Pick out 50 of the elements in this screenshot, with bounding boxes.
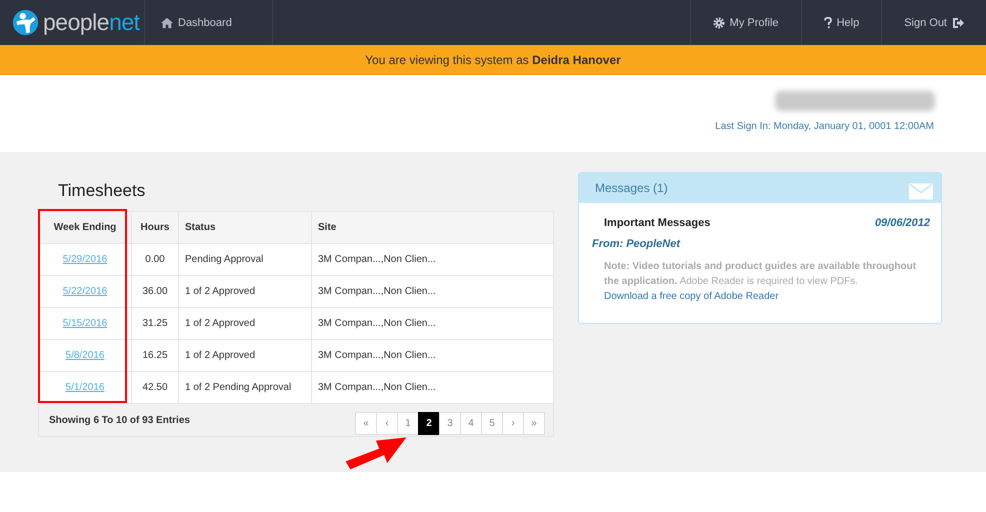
page-button[interactable]: 4 [460, 412, 482, 434]
date-link[interactable]: 5/22/2016 [62, 286, 108, 297]
person-logo-icon [12, 9, 39, 36]
envelope-icon [909, 182, 933, 200]
table-cell: 3M Compan...,Non Clien... [312, 276, 554, 308]
settings-icon [712, 16, 725, 28]
date-link[interactable]: 5/1/2016 [66, 382, 104, 393]
date-link[interactable]: 5/29/2016 [62, 254, 108, 265]
message-sender: From: PeopleNet [592, 238, 682, 250]
panel-title: Messages (1) [595, 181, 668, 195]
entries-summary: Showing 6 To 10 of 93 Entries [49, 414, 190, 426]
table-cell: 3M Compan...,Non Clien... [312, 372, 554, 404]
table-cell: 1 of 2 Approved [178, 308, 312, 340]
page-button[interactable]: 5 [481, 412, 503, 434]
table-cell: 42.50 [132, 372, 178, 404]
table-cell: 1 of 2 Pending Approval [178, 372, 312, 404]
table-cell: Pending Approval [178, 244, 312, 276]
column-header: Week Ending [38, 212, 132, 244]
download-link[interactable]: Download a free copy of Adobe Reader [604, 291, 779, 302]
table-cell: 1 of 2 Approved [178, 340, 312, 372]
sign-out-icon [952, 16, 964, 28]
section-title: Timesheets [58, 181, 146, 201]
page-button[interactable]: 2 [418, 412, 440, 434]
table-cell: 31.25 [132, 308, 178, 340]
page-button[interactable]: 1 [397, 412, 419, 434]
date-link[interactable]: 5/15/2016 [62, 318, 108, 329]
table-cell: 1 of 2 Approved [178, 276, 312, 308]
message-date: 09/06/2012 [874, 217, 930, 229]
last-sign-in-text: Last Sign In: Monday, January 01, 0001 12:00AM [715, 121, 934, 132]
message-text: Note: Video tutorials and product guides are available throughout the application. Adobe Reader is required to view PDFs. Download a free copy of Adobe Reader [604, 260, 918, 304]
column-header: Hours [132, 212, 178, 244]
question-icon [824, 16, 832, 28]
page-button[interactable]: › [502, 412, 524, 434]
table-cell: 3M Compan...,Non Clien... [312, 244, 554, 276]
page-button[interactable]: » [523, 412, 545, 434]
table-cell: 16.25 [132, 340, 178, 372]
column-header: Status [178, 212, 312, 244]
page-button[interactable]: ‹ [376, 412, 398, 434]
column-header: Site [312, 212, 554, 244]
impersonation-banner: You are viewing this system as Deidra Hanover [0, 45, 986, 75]
brand-name: peoplenet [43, 9, 140, 36]
message-subject: Important Messages [604, 217, 710, 229]
page-button[interactable]: « [355, 412, 377, 434]
table-cell: 36.00 [132, 276, 178, 308]
table-cell: 0.00 [132, 244, 178, 276]
table-cell: 3M Compan...,Non Clien... [312, 340, 554, 372]
page-button[interactable]: 3 [439, 412, 461, 434]
date-link[interactable]: 5/8/2016 [66, 350, 104, 361]
table-cell: 3M Compan...,Non Clien... [312, 308, 554, 340]
home-icon [161, 16, 173, 28]
